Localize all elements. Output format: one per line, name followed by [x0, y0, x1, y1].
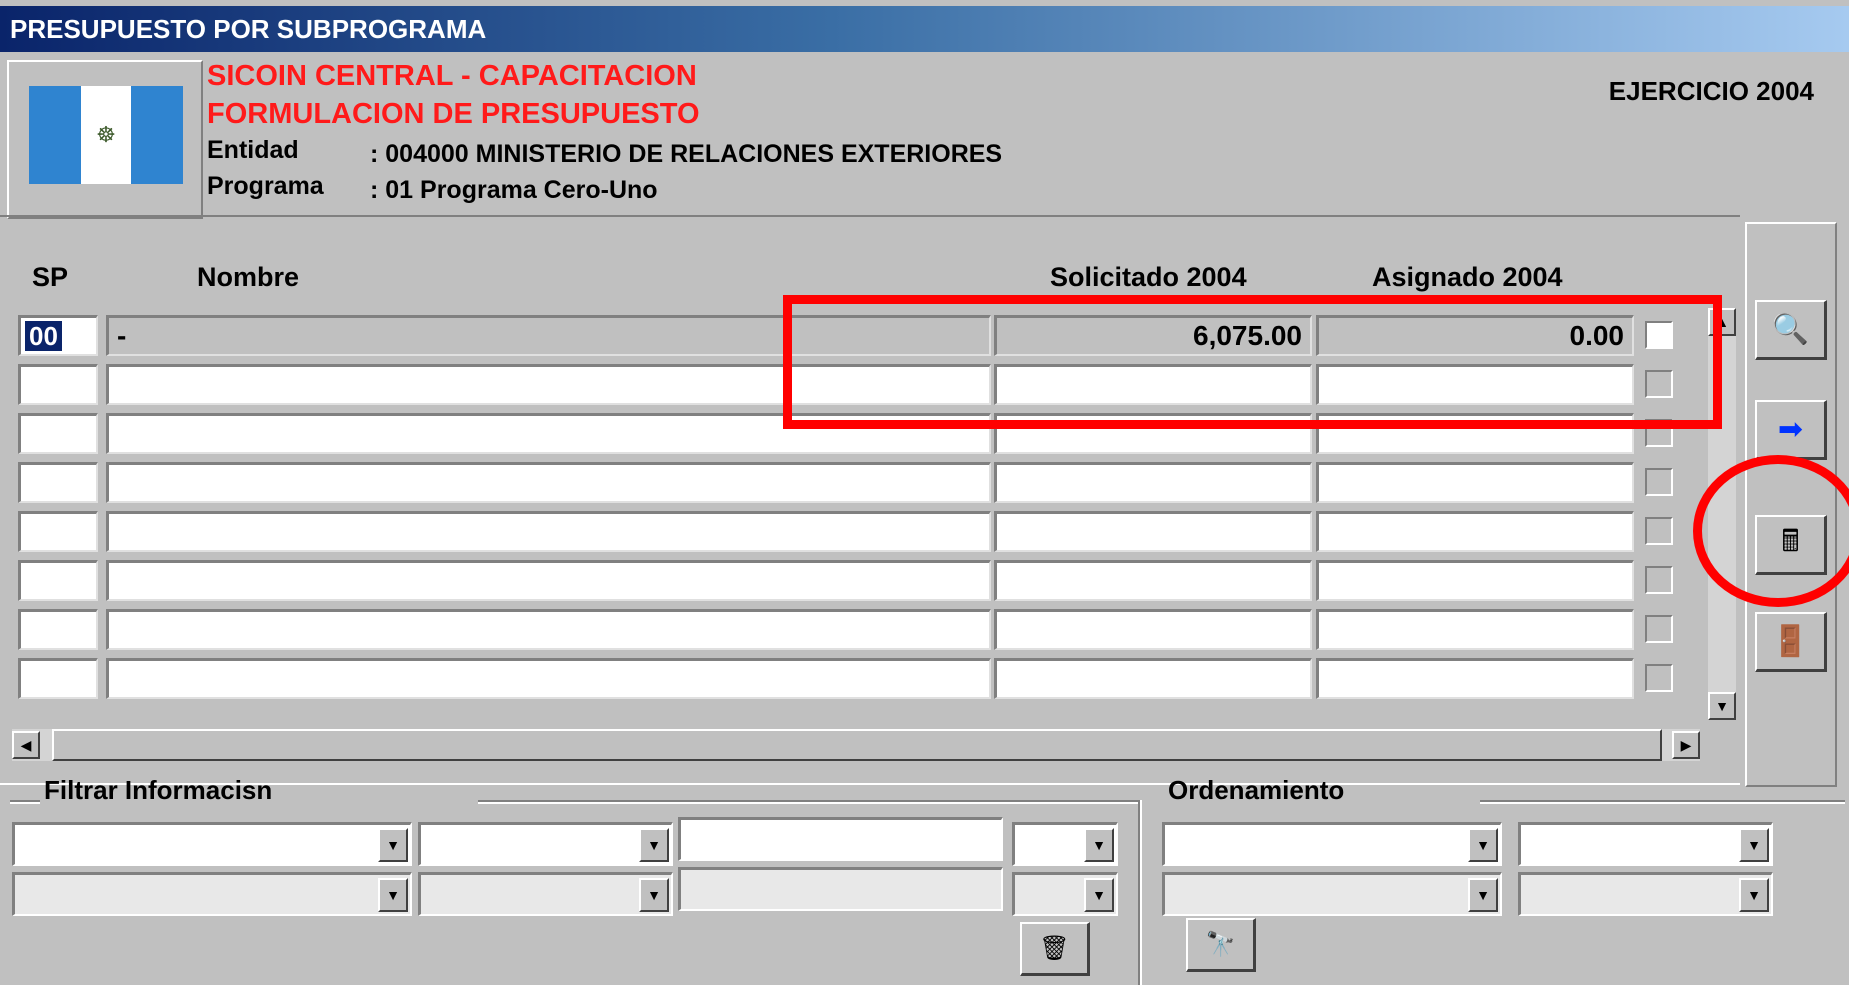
ejercicio-label: EJERCICIO 2004: [1608, 76, 1814, 106]
flag-emblem-icon: ☸: [96, 122, 116, 147]
dropdown-arrow-icon[interactable]: ▼: [639, 878, 669, 912]
filter-operator-2[interactable]: ▼: [418, 872, 673, 916]
order-direction-1[interactable]: ▼: [1518, 822, 1773, 866]
dropdown-arrow-icon[interactable]: ▼: [1739, 878, 1769, 912]
cell-asignado[interactable]: [1316, 609, 1634, 650]
filter-group-line-right: [478, 800, 1140, 804]
guatemala-flag-icon: ☸: [29, 86, 183, 184]
column-header-nombre: Nombre: [197, 262, 300, 292]
order-group-label: Ordenamiento: [1168, 775, 1345, 805]
filter-group-line-left: [10, 800, 40, 804]
programa-value: : 01 Programa Cero-Uno: [370, 176, 658, 204]
entidad-label: Entidad: [207, 136, 299, 164]
programa-label: Programa: [207, 172, 324, 200]
dropdown-arrow-icon[interactable]: ▼: [1084, 878, 1114, 912]
entidad-value: : 004000 MINISTERIO DE RELACIONES EXTERI…: [370, 140, 1003, 168]
filter-value-1[interactable]: [678, 817, 1003, 861]
system-name: SICOIN CENTRAL - CAPACITACION: [207, 60, 697, 92]
selected-sp-value: 00: [25, 321, 62, 351]
cell-sp[interactable]: [18, 462, 98, 503]
cell-sp[interactable]: [18, 364, 98, 405]
exit-door-icon: 🚪: [1771, 625, 1810, 658]
cell-nombre[interactable]: [106, 658, 991, 699]
clear-filter-button[interactable]: 🗑: [1020, 922, 1090, 976]
filter-value-2[interactable]: [678, 867, 1003, 911]
column-header-sp: SP: [32, 262, 69, 292]
window-title: PRESUPUESTO POR SUBPROGRAMA: [0, 6, 1849, 52]
module-name: FORMULACION DE PRESUPUESTO: [207, 98, 700, 130]
cell-solicitado[interactable]: [994, 609, 1312, 650]
cell-solicitado[interactable]: [994, 560, 1312, 601]
filter-operator-1[interactable]: ▼: [418, 822, 673, 866]
cell-asignado[interactable]: [1316, 462, 1634, 503]
cell-sp[interactable]: [18, 413, 98, 454]
annotation-highlight-circle: [1693, 455, 1849, 607]
cell-asignado[interactable]: [1316, 658, 1634, 699]
order-field-2[interactable]: ▼: [1162, 872, 1502, 916]
filter-group-label: Filtrar Informacisn: [44, 775, 273, 805]
cell-asignado[interactable]: [1316, 560, 1634, 601]
row-checkbox[interactable]: [1645, 566, 1673, 594]
cell-solicitado[interactable]: [994, 658, 1312, 699]
cell-sp[interactable]: [18, 658, 98, 699]
horizontal-scroll-thumb[interactable]: [52, 729, 1662, 761]
clear-filter-icon: 🗑: [1039, 935, 1070, 962]
dropdown-arrow-icon[interactable]: ▼: [1084, 828, 1114, 862]
dropdown-arrow-icon[interactable]: ▼: [1739, 828, 1769, 862]
order-group-line: [1480, 800, 1845, 804]
next-button[interactable]: ➡: [1755, 400, 1827, 460]
group-divider: [1138, 800, 1142, 985]
dropdown-arrow-icon[interactable]: ▼: [378, 828, 408, 862]
order-direction-2[interactable]: ▼: [1518, 872, 1773, 916]
dropdown-arrow-icon[interactable]: ▼: [1468, 828, 1498, 862]
dropdown-arrow-icon[interactable]: ▼: [1468, 878, 1498, 912]
cell-sp[interactable]: 00: [18, 315, 98, 356]
search-detail-button[interactable]: 🔍: [1755, 300, 1827, 360]
search-document-icon: 🔍: [1771, 313, 1810, 346]
row-checkbox[interactable]: [1645, 615, 1673, 643]
order-field-1[interactable]: ▼: [1162, 822, 1502, 866]
dropdown-arrow-icon[interactable]: ▼: [378, 878, 408, 912]
flag-panel: ☸: [7, 60, 203, 219]
horizontal-scrollbar[interactable]: ◀ ▶: [12, 729, 1700, 761]
filter-field-2[interactable]: ▼: [12, 872, 412, 916]
cell-nombre[interactable]: [106, 560, 991, 601]
binoculars-icon: 🔭: [1205, 931, 1236, 958]
scroll-right-icon[interactable]: ▶: [1672, 731, 1700, 759]
cell-nombre[interactable]: [106, 462, 991, 503]
column-header-solicitado: Solicitado 2004: [1050, 262, 1247, 292]
filter-connector-2[interactable]: ▼: [1012, 872, 1118, 916]
row-checkbox[interactable]: [1645, 517, 1673, 545]
cell-asignado[interactable]: [1316, 511, 1634, 552]
row-checkbox[interactable]: [1645, 664, 1673, 692]
scroll-down-icon[interactable]: ▼: [1708, 692, 1736, 720]
arrow-right-icon: ➡: [1777, 413, 1804, 446]
annotation-highlight-rectangle: [783, 295, 1722, 429]
exit-button[interactable]: 🚪: [1755, 612, 1827, 672]
dropdown-arrow-icon[interactable]: ▼: [639, 828, 669, 862]
cell-nombre[interactable]: [106, 609, 991, 650]
cell-sp[interactable]: [18, 609, 98, 650]
row-checkbox[interactable]: [1645, 468, 1673, 496]
apply-order-button[interactable]: 🔭: [1186, 918, 1256, 972]
filter-field-1[interactable]: ▼: [12, 822, 412, 866]
cell-solicitado[interactable]: [994, 462, 1312, 503]
cell-sp[interactable]: [18, 560, 98, 601]
cell-sp[interactable]: [18, 511, 98, 552]
column-header-asignado: Asignado 2004: [1372, 262, 1563, 292]
filter-connector-1[interactable]: ▼: [1012, 822, 1118, 866]
cell-solicitado[interactable]: [994, 511, 1312, 552]
scroll-left-icon[interactable]: ◀: [12, 731, 40, 759]
application-window: PRESUPUESTO POR SUBPROGRAMA ☸ SICOIN CEN…: [0, 0, 1849, 985]
cell-nombre[interactable]: [106, 511, 991, 552]
